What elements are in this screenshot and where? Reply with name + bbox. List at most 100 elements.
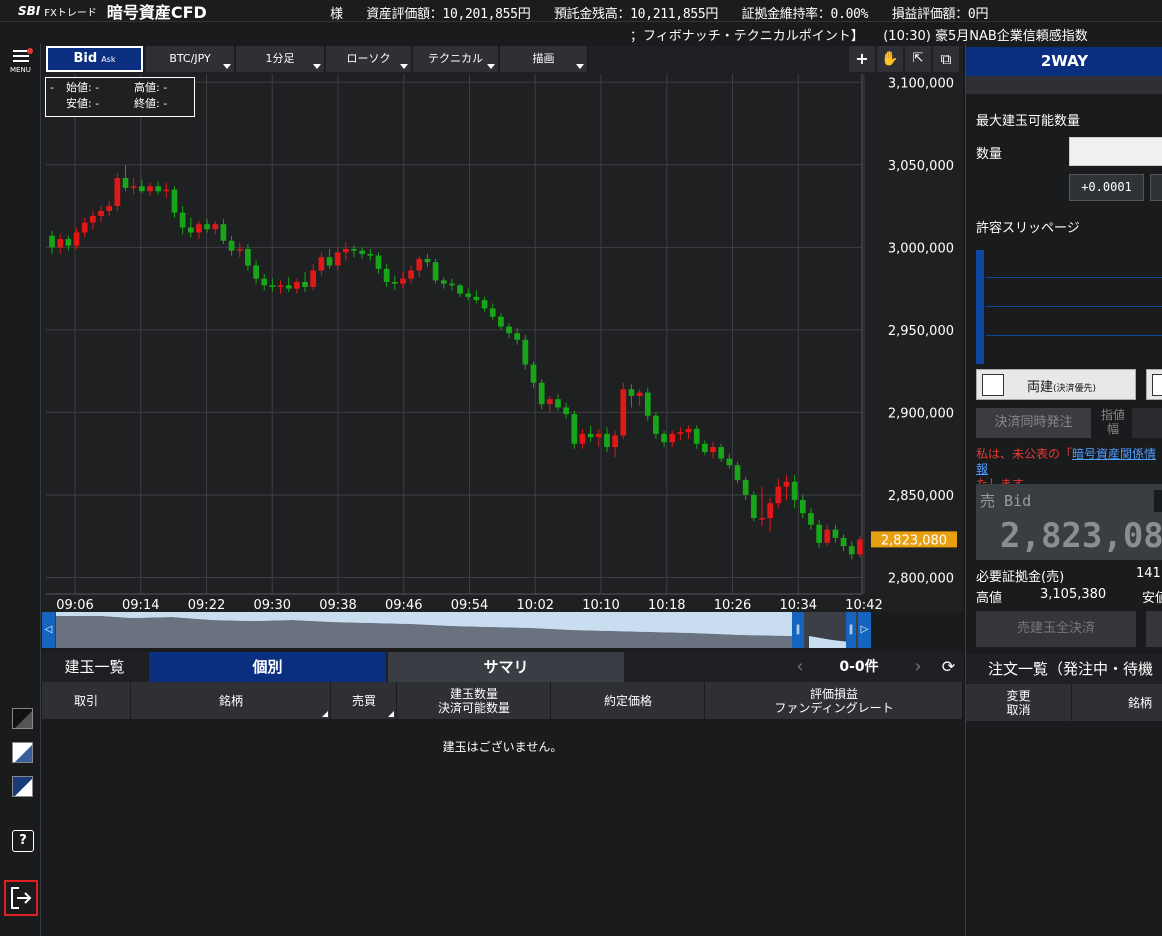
hedge-label: 両建 — [1027, 380, 1054, 395]
app-window: SBI FXトレード 暗号資産CFD 様 資産評価額：10,201,855円 預… — [0, 0, 1162, 936]
candlestick-chart[interactable]: 3,100,000 3,050,000 3,000,000 2,950,000 2,90… — [42, 74, 963, 612]
add-icon[interactable]: + — [849, 46, 875, 72]
notice-prefix: 私は、未公表の「 — [976, 447, 1073, 461]
candle-body — [49, 235, 55, 248]
chart-navigator[interactable]: ◁ ‖ ‖ ▷ — [42, 612, 871, 648]
navigator-left-arrow[interactable]: ◁ — [42, 612, 55, 648]
top-header: SBI FXトレード 暗号資産CFD 様 資産評価額：10,201,855円 預… — [0, 0, 1162, 22]
next-page-icon[interactable]: › — [904, 652, 932, 682]
col-change-cancel[interactable]: 変更 取消 — [966, 684, 1072, 721]
candle-body — [359, 250, 366, 254]
window-icon[interactable]: ⧉ — [933, 46, 959, 72]
technical-select[interactable]: テクニカル — [413, 46, 499, 72]
col-trade[interactable]: 取引 — [42, 682, 131, 719]
close-all-buy-button[interactable] — [1146, 611, 1162, 647]
theme-dark-button[interactable] — [12, 708, 33, 729]
order-panel: 2WAY 最大建玉可能数量 数量 +0.0001 許容スリッページ 両建(決済優… — [965, 44, 1162, 936]
navigator-area — [56, 612, 850, 648]
candle-body — [514, 333, 521, 340]
candle-body — [106, 206, 113, 212]
candle-body — [473, 296, 480, 301]
limit-width-label: 指値幅 — [1100, 408, 1125, 436]
candle-body — [579, 433, 586, 444]
theme-blue-button[interactable] — [12, 742, 33, 763]
x-tick-label: 10:34 — [780, 598, 817, 612]
tab-individual[interactable]: 個別 — [149, 652, 386, 682]
menu-button[interactable]: MENU — [10, 48, 34, 76]
candle-body — [710, 447, 716, 453]
candle-body — [636, 392, 643, 396]
logout-icon — [11, 887, 32, 909]
col-pnl[interactable]: 評価損益 ファンディングレート — [706, 682, 963, 719]
candle-body — [245, 248, 251, 266]
candle-body — [506, 326, 512, 334]
candle-body — [155, 186, 162, 192]
hand-icon[interactable]: ✋ — [877, 46, 903, 72]
refresh-icon[interactable]: ⟳ — [934, 652, 963, 682]
col-side[interactable]: 売買 — [332, 682, 397, 719]
account-stats: 様 資産評価額：10,201,855円 預託金残高：10,211,855円 証拠… — [330, 3, 1004, 22]
y-tick-label: 3,100,000 — [888, 76, 954, 91]
candle-body — [775, 486, 782, 504]
price-chart[interactable]: 3,100,000 3,050,000 3,000,000 2,950,000 2,90… — [42, 74, 963, 612]
cursor-icon[interactable]: ⇱ — [905, 46, 931, 72]
open-value: - — [95, 81, 100, 94]
chart-type-select[interactable]: ローソク — [326, 46, 412, 72]
symbol-select[interactable]: BTC/JPY — [146, 46, 235, 72]
tab-summary[interactable]: サマリ — [388, 652, 624, 682]
candle-body — [171, 189, 178, 213]
quantity-input[interactable] — [1069, 137, 1162, 166]
y-tick-label: 3,050,000 — [888, 159, 954, 174]
tab-position-list[interactable]: 建玉一覧 — [42, 652, 147, 682]
candle-body — [98, 211, 104, 216]
candle-body — [457, 285, 463, 294]
positions-tabs: 建玉一覧 個別 サマリ ‹ 0-0件 › ⟳ — [42, 652, 963, 682]
news-ticker[interactable]: ；フィボナッチ・テクニカルポイント】 (10:30) 豪5月NAB企業信頼感指数 — [630, 22, 1162, 44]
col-label: 銘柄 — [218, 693, 243, 708]
sell-bid-label: 売 Bid — [980, 492, 1032, 510]
candle-body — [114, 178, 121, 207]
menu-label: MENU — [10, 66, 31, 74]
navigator-right-handle[interactable]: ‖ — [846, 612, 856, 648]
bid-ask-toggle[interactable]: Bid Ask — [46, 46, 144, 72]
limit-width-input[interactable] — [1132, 408, 1162, 438]
navigator-left-handle[interactable]: ‖ — [792, 612, 804, 648]
current-price-label: 2,823,080 — [881, 533, 947, 548]
slippage-tick — [986, 306, 1162, 307]
logout-button[interactable] — [4, 880, 38, 916]
slippage-slider[interactable] — [976, 250, 984, 364]
drawing-select[interactable]: 描画 — [500, 46, 588, 72]
ohlc-box: - 始値: - 高値: - 安値: - 終値: - — [45, 77, 195, 117]
hedge-checkbox[interactable] — [982, 374, 1004, 396]
technical-label: テクニカル — [428, 52, 483, 65]
col-symbol[interactable]: 銘柄 — [132, 682, 331, 719]
prev-page-icon[interactable]: ‹ — [786, 652, 814, 682]
second-toggle[interactable] — [1146, 369, 1162, 400]
hedge-toggle[interactable]: 両建(決済優先) — [976, 369, 1136, 400]
timeframe-select[interactable]: 1分足 — [236, 46, 325, 72]
col-quantity[interactable]: 建玉数量 決済可能数量 — [398, 682, 551, 719]
second-checkbox[interactable] — [1152, 374, 1162, 396]
candle-body — [383, 268, 390, 282]
theme-navy-button[interactable] — [12, 776, 33, 797]
settle-order-button[interactable]: 決済同時発注 — [976, 408, 1091, 438]
y-tick-label: 3,000,000 — [888, 241, 954, 256]
sort-icon — [322, 711, 328, 717]
candle-body — [228, 240, 235, 251]
help-button[interactable]: ? — [12, 830, 34, 852]
col-price[interactable]: 約定価格 — [552, 682, 705, 719]
candle-body — [318, 257, 325, 271]
close-all-sell-button[interactable]: 売建玉全決済 — [976, 611, 1136, 647]
orders-title[interactable]: 注文一覧（発注中・待機 — [966, 654, 1162, 684]
qty-increment-button[interactable]: +0.0001 — [1069, 174, 1144, 201]
col-order-symbol[interactable]: 銘柄 — [1073, 684, 1162, 721]
candle-body — [269, 285, 276, 287]
sell-bid-button[interactable]: 売 Bid 2,823,08 — [976, 484, 1162, 560]
drawing-label: 描画 — [532, 52, 555, 65]
candle-body — [677, 432, 684, 434]
col-label-sub: 決済可能数量 — [437, 700, 510, 715]
two-way-header[interactable]: 2WAY — [966, 47, 1162, 76]
navigator-right-arrow[interactable]: ▷ — [858, 612, 871, 648]
qty-increment-button-2[interactable] — [1150, 174, 1162, 201]
candle-body — [750, 494, 757, 519]
